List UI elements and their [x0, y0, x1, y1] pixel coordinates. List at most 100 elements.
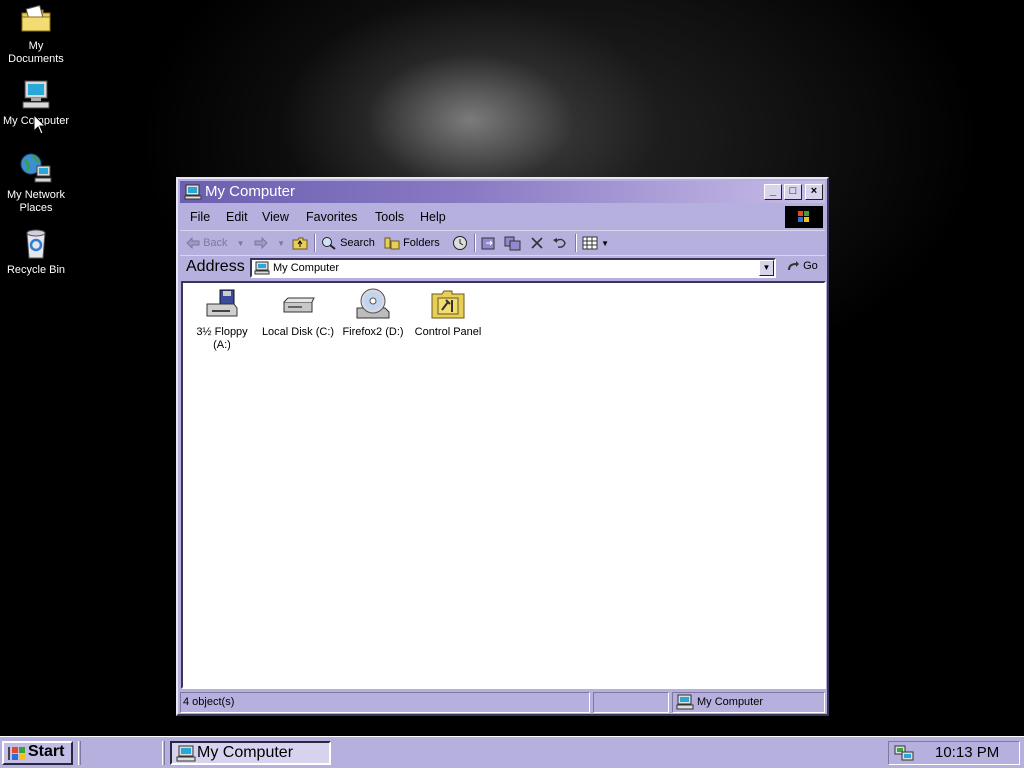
computer-icon — [254, 261, 270, 275]
delete-button[interactable] — [530, 235, 544, 253]
network-places-icon — [20, 153, 52, 183]
taskbar-grip[interactable] — [162, 741, 165, 765]
toolbar-separator — [314, 234, 316, 252]
up-folder-button[interactable] — [292, 235, 308, 253]
status-bar: 4 object(s) My Computer — [180, 691, 825, 713]
address-input[interactable]: My Computer ▼ — [250, 258, 776, 278]
back-dropdown-icon[interactable]: ▼ — [237, 239, 245, 248]
close-icon: × — [810, 185, 818, 197]
chevron-down-icon: ▼ — [762, 263, 771, 272]
folders-icon — [384, 237, 400, 250]
computer-icon — [22, 80, 50, 109]
menu-edit[interactable]: Edit — [226, 210, 248, 224]
title-bar[interactable]: My Computer _ □ × — [180, 181, 825, 203]
file-item-label: Control Panel — [414, 326, 482, 338]
maximize-button[interactable]: □ — [784, 184, 802, 200]
status-zone: My Computer — [672, 692, 825, 713]
close-button[interactable]: × — [805, 184, 823, 200]
move-to-button[interactable] — [480, 235, 498, 253]
search-icon — [322, 237, 336, 250]
menu-view[interactable]: View — [262, 210, 289, 224]
computer-icon — [184, 184, 202, 200]
minimize-icon: _ — [769, 185, 777, 197]
file-item-label: Firefox2 (D:) — [342, 326, 404, 338]
address-bar: Address My Computer ▼ Go — [180, 255, 825, 279]
drive-local-disk-c[interactable]: Local Disk (C:) — [260, 288, 336, 339]
desktop-icon-label-line2: Places — [19, 202, 53, 214]
menu-tools[interactable]: Tools — [375, 210, 404, 224]
back-label: Back — [203, 237, 228, 249]
windows-logo-icon — [8, 747, 25, 760]
copy-to-button[interactable] — [504, 235, 522, 253]
computer-icon — [176, 745, 196, 762]
folders-button[interactable]: Folders — [384, 235, 440, 253]
views-dropdown-icon[interactable]: ▼ — [601, 239, 609, 248]
back-button[interactable]: Back ▼ — [186, 235, 245, 253]
views-button[interactable]: ▼ — [582, 235, 609, 253]
cd-drive-icon — [356, 288, 390, 319]
history-icon — [453, 236, 467, 251]
file-list-pane[interactable]: 3½ Floppy (A:) Local Disk (C:) Firefox2 … — [181, 281, 826, 689]
go-arrow-icon — [788, 261, 799, 271]
delete-icon — [531, 237, 543, 249]
undo-icon — [553, 238, 566, 248]
taskbar-grip[interactable] — [78, 741, 81, 765]
start-button[interactable]: Start — [2, 741, 73, 765]
desktop-icon-my-network-places[interactable]: My Network Places — [0, 152, 72, 215]
clock[interactable]: 10:13 PM — [935, 744, 999, 761]
history-button[interactable] — [452, 235, 468, 253]
mouse-cursor-icon — [33, 114, 47, 135]
drive-firefox2-d[interactable]: Firefox2 (D:) — [335, 288, 411, 339]
menu-bar: File Edit View Favorites Tools Help — [180, 206, 825, 228]
floppy-drive-icon — [206, 289, 238, 317]
move-to-icon — [481, 237, 495, 250]
hard-disk-icon — [283, 297, 315, 313]
explorer-window[interactable]: My Computer _ □ × File Edit View Favorit… — [176, 177, 829, 716]
undo-button[interactable] — [552, 235, 568, 253]
desktop-icon-my-documents[interactable]: My Documents — [0, 3, 72, 66]
file-item-label-line2: (A:) — [213, 339, 231, 351]
maximize-icon: □ — [789, 185, 797, 197]
go-button[interactable]: Go — [786, 260, 818, 272]
address-value: My Computer — [273, 262, 340, 274]
taskbar-button-my-computer[interactable]: My Computer — [170, 741, 331, 765]
folders-label: Folders — [403, 237, 440, 249]
search-label: Search — [340, 237, 375, 249]
menu-help[interactable]: Help — [420, 210, 446, 224]
status-panel-empty — [593, 692, 669, 713]
go-label: Go — [803, 260, 818, 272]
menu-favorites[interactable]: Favorites — [306, 210, 357, 224]
taskbar-button-label: My Computer — [197, 744, 294, 761]
control-panel-folder[interactable]: Control Panel — [410, 288, 486, 339]
toolbar: Back ▼ ▼ Search Folders ▼ — [180, 230, 825, 254]
desktop-icon-label: My Documents — [8, 40, 64, 65]
windows-logo-icon — [785, 206, 823, 228]
computer-icon — [676, 694, 694, 710]
forward-dropdown-icon[interactable]: ▼ — [277, 239, 285, 248]
menu-file[interactable]: File — [190, 210, 210, 224]
desktop-icon-recycle-bin[interactable]: Recycle Bin — [0, 227, 72, 277]
drive-floppy-a[interactable]: 3½ Floppy (A:) — [184, 288, 260, 352]
address-label: Address — [186, 258, 245, 275]
forward-button[interactable]: ▼ — [254, 235, 285, 253]
system-tray: 10:13 PM — [888, 741, 1020, 765]
file-item-label: Local Disk (C:) — [261, 326, 335, 338]
desktop-icon-label: Recycle Bin — [6, 264, 66, 276]
address-dropdown-button[interactable]: ▼ — [759, 260, 774, 276]
status-object-count: 4 object(s) — [180, 692, 590, 713]
file-item-label: 3½ Floppy — [196, 326, 248, 338]
search-button[interactable]: Search — [321, 235, 375, 253]
copy-to-icon — [504, 236, 521, 251]
folder-documents-icon — [21, 4, 51, 32]
network-status-icon[interactable] — [893, 744, 915, 762]
back-arrow-icon — [186, 236, 200, 250]
status-zone-label: My Computer — [697, 696, 764, 708]
views-icon — [582, 236, 598, 250]
recycle-bin-icon — [26, 229, 46, 259]
toolbar-separator — [575, 234, 577, 252]
minimize-button[interactable]: _ — [764, 184, 782, 200]
toolbar-separator — [474, 234, 476, 252]
up-folder-icon — [292, 237, 308, 250]
forward-arrow-icon — [254, 236, 268, 250]
control-panel-icon — [431, 290, 465, 319]
